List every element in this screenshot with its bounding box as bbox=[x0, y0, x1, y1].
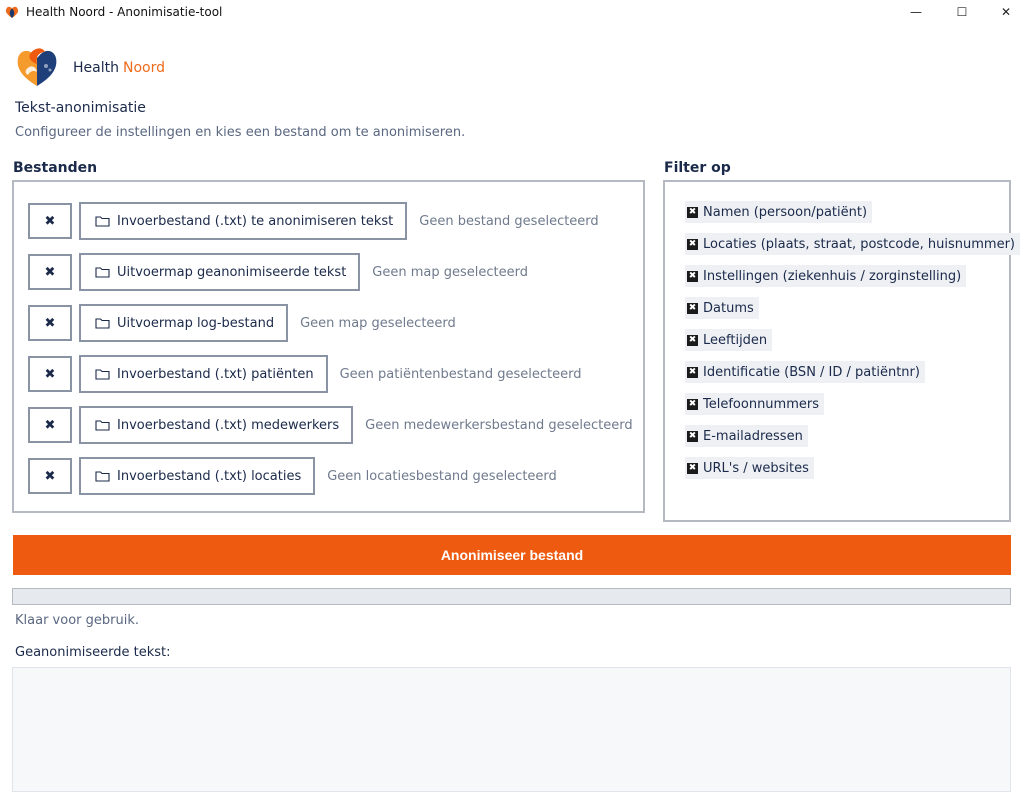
clear-icon: ✖ bbox=[44, 315, 56, 331]
checkbox-checked-icon: ✖ bbox=[687, 270, 698, 282]
filter-panel: ✖ Namen (persoon/patiënt) ✖ Locaties (pl… bbox=[663, 180, 1020, 522]
file-row-employees: ✖ Invoerbestand (.txt) medewerkers Geen … bbox=[28, 406, 633, 444]
checkbox-checked-icon: ✖ bbox=[687, 334, 698, 346]
clear-output-text-button[interactable]: ✖ bbox=[28, 254, 72, 290]
file-row-patients: ✖ Invoerbestand (.txt) patiënten Geen pa… bbox=[28, 355, 581, 393]
maximize-icon: ☐ bbox=[956, 5, 968, 19]
folder-icon bbox=[95, 318, 110, 329]
filter-section-label: Filter op bbox=[664, 160, 731, 176]
select-input-text-label: Invoerbestand (.txt) te anonimiseren tek… bbox=[117, 213, 394, 229]
output-text-status: Geen map geselecteerd bbox=[372, 264, 528, 280]
anonymize-button[interactable]: Anonimiseer bestand bbox=[13, 535, 1011, 575]
files-section-label: Bestanden bbox=[13, 160, 98, 176]
select-employees-label: Invoerbestand (.txt) medewerkers bbox=[117, 417, 340, 433]
select-locations-button[interactable]: Invoerbestand (.txt) locaties bbox=[79, 457, 316, 495]
checkbox-checked-icon: ✖ bbox=[687, 302, 698, 314]
locations-status: Geen locatiesbestand geselecteerd bbox=[327, 468, 557, 484]
clear-employees-button[interactable]: ✖ bbox=[28, 407, 72, 443]
filter-label-dates: Datums bbox=[703, 300, 754, 316]
checkbox-checked-icon: ✖ bbox=[687, 238, 698, 250]
clear-icon: ✖ bbox=[44, 417, 56, 433]
select-patients-button[interactable]: Invoerbestand (.txt) patiënten bbox=[79, 355, 328, 393]
filter-label-urls: URL's / websites bbox=[703, 460, 809, 476]
folder-icon bbox=[95, 369, 110, 380]
file-row-output-text: ✖ Uitvoermap geanonimiseerde tekst Geen … bbox=[28, 253, 528, 291]
clear-icon: ✖ bbox=[44, 468, 56, 484]
close-icon: ✕ bbox=[1000, 5, 1012, 19]
file-row-output-log: ✖ Uitvoermap log-bestand Geen map gesele… bbox=[28, 304, 456, 342]
checkbox-checked-icon: ✖ bbox=[687, 430, 698, 442]
filter-label-email: E-mailadressen bbox=[703, 428, 803, 444]
select-locations-label: Invoerbestand (.txt) locaties bbox=[117, 468, 302, 484]
folder-icon bbox=[95, 420, 110, 431]
checkbox-checked-icon: ✖ bbox=[687, 366, 698, 378]
filter-checkbox-identification[interactable]: ✖ Identificatie (BSN / ID / patiëntnr) bbox=[685, 361, 925, 383]
clear-icon: ✖ bbox=[44, 366, 56, 382]
file-row-locations: ✖ Invoerbestand (.txt) locaties Geen loc… bbox=[28, 457, 557, 495]
filter-label-names: Namen (persoon/patiënt) bbox=[703, 204, 868, 220]
folder-icon bbox=[95, 216, 110, 227]
filter-checkbox-names[interactable]: ✖ Namen (persoon/patiënt) bbox=[685, 201, 873, 223]
output-label: Geanonimiseerde tekst: bbox=[15, 645, 171, 660]
employees-status: Geen medewerkersbestand geselecteerd bbox=[365, 417, 633, 433]
folder-icon bbox=[95, 471, 110, 482]
select-output-text-label: Uitvoermap geanonimiseerde tekst bbox=[117, 264, 347, 280]
filter-label-identification: Identificatie (BSN / ID / patiëntnr) bbox=[703, 364, 920, 380]
filter-checkbox-locations[interactable]: ✖ Locaties (plaats, straat, postcode, hu… bbox=[685, 233, 1020, 255]
clear-icon: ✖ bbox=[44, 264, 56, 280]
patients-status: Geen patiëntenbestand geselecteerd bbox=[339, 366, 582, 382]
minimize-icon: — bbox=[910, 5, 922, 19]
clear-input-text-button[interactable]: ✖ bbox=[28, 203, 72, 239]
title-bar: Health Noord - Anonimisatie-tool — ☐ ✕ bbox=[0, 0, 1024, 24]
clear-icon: ✖ bbox=[44, 213, 56, 229]
select-patients-label: Invoerbestand (.txt) patiënten bbox=[117, 366, 314, 382]
checkbox-checked-icon: ✖ bbox=[687, 398, 698, 410]
health-noord-logo-icon bbox=[17, 48, 57, 86]
select-employees-button[interactable]: Invoerbestand (.txt) medewerkers bbox=[79, 406, 354, 444]
filter-label-ages: Leeftijden bbox=[703, 332, 768, 348]
close-button[interactable]: ✕ bbox=[983, 0, 1024, 24]
progress-bar bbox=[12, 588, 1011, 605]
window-title: Health Noord - Anonimisatie-tool bbox=[26, 5, 223, 19]
filter-label-institutions: Instellingen (ziekenhuis / zorginstellin… bbox=[703, 268, 962, 284]
brand-health: Health bbox=[73, 60, 119, 76]
input-text-status: Geen bestand geselecteerd bbox=[419, 213, 599, 229]
filter-checkbox-urls[interactable]: ✖ URL's / websites bbox=[685, 457, 814, 479]
filter-label-locations: Locaties (plaats, straat, postcode, huis… bbox=[703, 236, 1015, 252]
select-input-text-button[interactable]: Invoerbestand (.txt) te anonimiseren tek… bbox=[79, 202, 408, 240]
page-subtitle: Configureer de instellingen en kies een … bbox=[15, 125, 466, 140]
status-text: Klaar voor gebruik. bbox=[15, 613, 139, 628]
page-title: Tekst-anonimisatie bbox=[15, 100, 146, 116]
filter-checkbox-institutions[interactable]: ✖ Instellingen (ziekenhuis / zorginstell… bbox=[685, 265, 967, 287]
clear-output-log-button[interactable]: ✖ bbox=[28, 305, 72, 341]
file-row-input-text: ✖ Invoerbestand (.txt) te anonimiseren t… bbox=[28, 202, 599, 240]
brand-noord: Noord bbox=[122, 60, 165, 76]
filter-label-phone: Telefoonnummers bbox=[703, 396, 819, 412]
folder-icon bbox=[95, 267, 110, 278]
app-logo-icon bbox=[5, 6, 19, 18]
select-output-text-button[interactable]: Uitvoermap geanonimiseerde tekst bbox=[79, 253, 361, 291]
output-log-status: Geen map geselecteerd bbox=[300, 315, 456, 331]
output-textarea[interactable] bbox=[12, 667, 1011, 792]
brand-name: Health Noord bbox=[73, 60, 165, 76]
files-panel: ✖ Invoerbestand (.txt) te anonimiseren t… bbox=[12, 180, 645, 513]
select-output-log-label: Uitvoermap log-bestand bbox=[117, 315, 275, 331]
filter-checkbox-email[interactable]: ✖ E-mailadressen bbox=[685, 425, 808, 447]
filter-checkbox-ages[interactable]: ✖ Leeftijden bbox=[685, 329, 773, 351]
clear-patients-button[interactable]: ✖ bbox=[28, 356, 72, 392]
checkbox-checked-icon: ✖ bbox=[687, 206, 698, 218]
clear-locations-button[interactable]: ✖ bbox=[28, 458, 72, 494]
select-output-log-button[interactable]: Uitvoermap log-bestand bbox=[79, 304, 289, 342]
maximize-button[interactable]: ☐ bbox=[939, 0, 985, 24]
filter-checkbox-phone[interactable]: ✖ Telefoonnummers bbox=[685, 393, 824, 415]
filter-checkbox-dates[interactable]: ✖ Datums bbox=[685, 297, 759, 319]
minimize-button[interactable]: — bbox=[893, 0, 939, 24]
checkbox-checked-icon: ✖ bbox=[687, 462, 698, 474]
